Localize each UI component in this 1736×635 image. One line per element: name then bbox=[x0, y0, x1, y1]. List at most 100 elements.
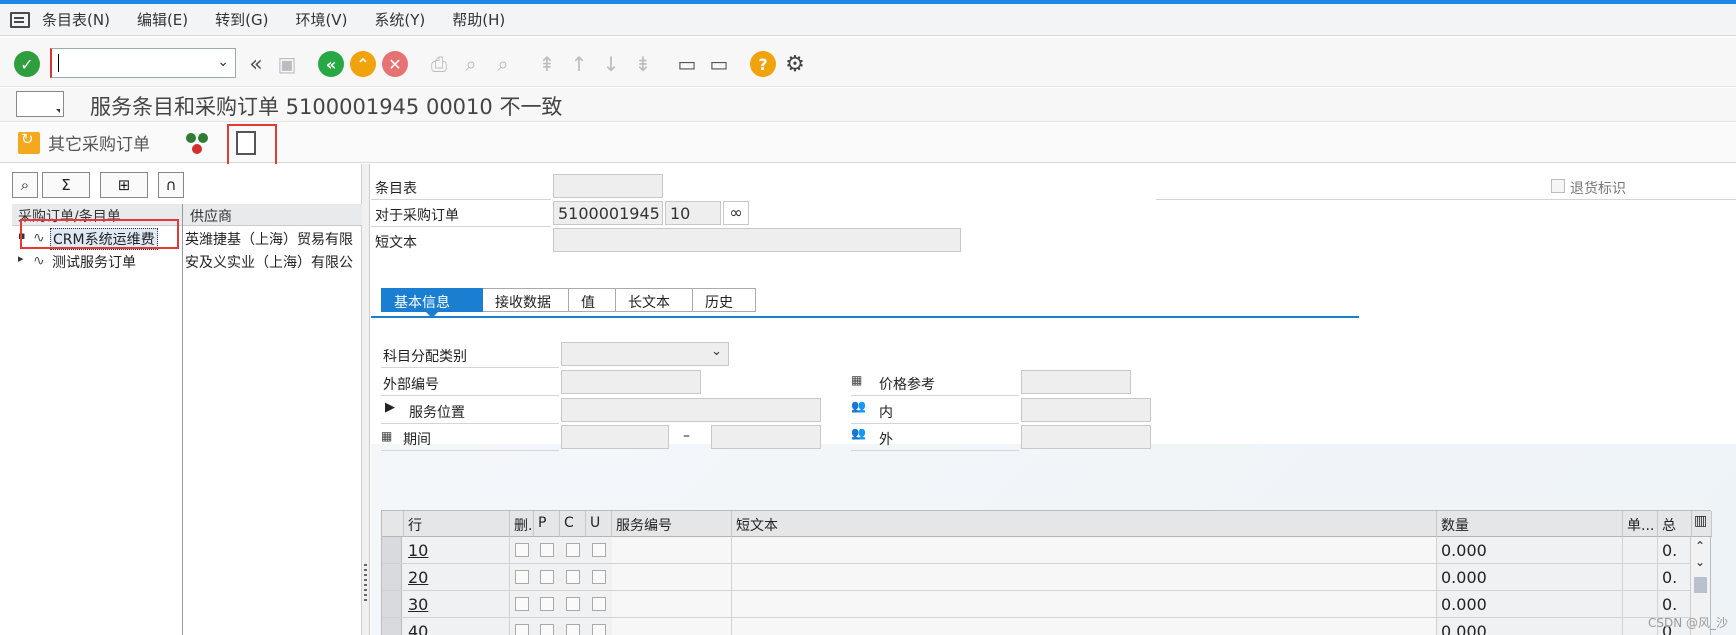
short-text-cell[interactable] bbox=[732, 537, 1437, 563]
row-selector[interactable] bbox=[382, 537, 402, 563]
p-checkbox[interactable] bbox=[540, 543, 554, 557]
find-next-icon[interactable]: ⌕ bbox=[490, 51, 516, 77]
menu-item-environment[interactable]: 环境(V) bbox=[295, 9, 347, 30]
exit-icon[interactable]: ⌃ bbox=[350, 51, 376, 77]
other-po-button[interactable]: 其它采购订单 bbox=[18, 130, 150, 155]
col-line[interactable]: 行 bbox=[404, 511, 510, 537]
pane-splitter[interactable] bbox=[362, 164, 370, 635]
delete-checkbox[interactable] bbox=[515, 624, 529, 635]
u-checkbox[interactable] bbox=[592, 570, 606, 584]
table-row[interactable]: 20 0.000 0. bbox=[382, 564, 1692, 591]
short-text-cell[interactable] bbox=[732, 591, 1437, 617]
u-checkbox[interactable] bbox=[592, 597, 606, 611]
short-text-cell[interactable] bbox=[732, 564, 1437, 590]
unit-cell[interactable] bbox=[1623, 537, 1658, 563]
total-cell[interactable]: 0. bbox=[1658, 564, 1692, 590]
col-c[interactable]: C bbox=[560, 511, 586, 537]
row-selector-header[interactable] bbox=[382, 511, 404, 537]
menu-item-help[interactable]: 帮助(H) bbox=[452, 9, 505, 30]
tab-receipt[interactable]: 接收数据 bbox=[482, 288, 569, 312]
back-icon[interactable]: « bbox=[318, 51, 344, 77]
p-checkbox[interactable] bbox=[540, 597, 554, 611]
shortcut-icon[interactable]: ▭ bbox=[706, 51, 732, 77]
quantity-cell[interactable]: 0.000 bbox=[1437, 537, 1623, 563]
menu-item-system[interactable]: 系统(Y) bbox=[374, 9, 425, 30]
c-checkbox[interactable] bbox=[566, 624, 580, 635]
command-field[interactable]: ⌄ bbox=[50, 48, 236, 78]
col-short-text[interactable]: 短文本 bbox=[732, 511, 1437, 537]
enter-icon[interactable]: ✓ bbox=[14, 51, 40, 77]
double-chevron-left-icon[interactable]: « bbox=[243, 51, 269, 77]
play-icon[interactable]: ▶ bbox=[385, 400, 395, 415]
scroll-up-icon[interactable]: ⌃ bbox=[1695, 539, 1705, 553]
table-row[interactable]: 10 0.000 0. bbox=[382, 537, 1692, 564]
delete-checkbox[interactable] bbox=[515, 597, 529, 611]
period-to-field[interactable] bbox=[711, 425, 821, 449]
col-unit[interactable]: 单... bbox=[1623, 511, 1658, 537]
chevron-down-icon[interactable]: ⌄ bbox=[711, 344, 722, 359]
service-no-cell[interactable] bbox=[612, 618, 732, 635]
service-no-cell[interactable] bbox=[612, 537, 732, 563]
c-checkbox[interactable] bbox=[566, 597, 580, 611]
tree-row[interactable]: ▸ ∿ 测试服务订单 安及义实业（上海）有限公 bbox=[12, 250, 362, 272]
c-checkbox[interactable] bbox=[566, 570, 580, 584]
menu-item-list[interactable]: 条目表(N) bbox=[42, 9, 110, 30]
line-number[interactable]: 10 bbox=[404, 537, 510, 563]
quantity-cell[interactable]: 0.000 bbox=[1437, 564, 1623, 590]
service-loc-field[interactable] bbox=[561, 398, 821, 422]
short-text-cell[interactable] bbox=[732, 618, 1437, 635]
expand-icon[interactable]: ▸ bbox=[18, 252, 24, 265]
tab-history[interactable]: 历史 bbox=[692, 288, 756, 312]
quantity-cell[interactable]: 0.000 bbox=[1437, 618, 1623, 635]
line-number[interactable]: 20 bbox=[404, 564, 510, 590]
delete-checkbox[interactable] bbox=[515, 570, 529, 584]
help-icon[interactable]: ? bbox=[750, 51, 776, 77]
new-document-icon[interactable] bbox=[236, 131, 256, 155]
binoculars-icon[interactable]: ⌕ bbox=[12, 172, 38, 198]
price-ref-field[interactable] bbox=[1021, 370, 1131, 394]
total-cell[interactable]: 0. bbox=[1658, 537, 1692, 563]
print-icon[interactable]: ⎙ bbox=[426, 51, 452, 77]
row-selector[interactable] bbox=[382, 618, 402, 635]
po-item-field[interactable]: 10 bbox=[665, 201, 721, 225]
table-row[interactable]: 40 0.000 0. bbox=[382, 618, 1692, 635]
short-text-field[interactable] bbox=[553, 228, 961, 252]
next-page-icon[interactable]: ↓ bbox=[598, 51, 624, 77]
menu-item-goto[interactable]: 转到(G) bbox=[215, 9, 268, 30]
line-number[interactable]: 40 bbox=[404, 618, 510, 635]
col-total[interactable]: 总 bbox=[1658, 511, 1692, 537]
row-selector[interactable] bbox=[382, 591, 402, 617]
service-no-cell[interactable] bbox=[612, 564, 732, 590]
menu-item-edit[interactable]: 编辑(E) bbox=[137, 9, 188, 30]
inner-field[interactable] bbox=[1021, 398, 1151, 422]
col-u[interactable]: U bbox=[586, 511, 612, 537]
delete-checkbox[interactable] bbox=[515, 543, 529, 557]
headset-icon[interactable]: ∩ bbox=[158, 172, 184, 198]
u-checkbox[interactable] bbox=[592, 543, 606, 557]
col-service-no[interactable]: 服务编号 bbox=[612, 511, 732, 537]
chevron-down-icon[interactable]: ⌄ bbox=[217, 54, 229, 70]
unit-cell[interactable] bbox=[1623, 564, 1658, 590]
sum-icon[interactable]: Σ bbox=[42, 172, 90, 198]
p-checkbox[interactable] bbox=[540, 570, 554, 584]
u-checkbox[interactable] bbox=[592, 624, 606, 635]
quantity-cell[interactable]: 0.000 bbox=[1437, 591, 1623, 617]
line-number[interactable]: 30 bbox=[404, 591, 510, 617]
period-from-field[interactable] bbox=[561, 425, 669, 449]
new-session-icon[interactable]: ▭ bbox=[674, 51, 700, 77]
gear-icon[interactable]: ⚙ bbox=[782, 51, 808, 77]
status-lights-icon[interactable] bbox=[186, 133, 210, 155]
first-page-icon[interactable]: ⇞ bbox=[534, 51, 560, 77]
save-icon[interactable]: ▣ bbox=[274, 51, 300, 77]
entry-sheet-field[interactable] bbox=[553, 174, 663, 198]
find-icon[interactable]: ⌕ bbox=[458, 51, 484, 77]
scroll-down-icon[interactable]: ⌄ bbox=[1695, 555, 1705, 569]
col-delete[interactable]: 删. bbox=[510, 511, 534, 537]
c-checkbox[interactable] bbox=[566, 543, 580, 557]
tab-value[interactable]: 值 bbox=[568, 288, 616, 312]
acct-cat-select[interactable]: ⌄ bbox=[561, 342, 729, 366]
tab-basic[interactable]: 基本信息 bbox=[381, 288, 483, 318]
po-number-field[interactable]: 5100001945 bbox=[553, 201, 663, 225]
service-no-cell[interactable] bbox=[612, 591, 732, 617]
tab-long-text[interactable]: 长文本 bbox=[615, 288, 693, 312]
